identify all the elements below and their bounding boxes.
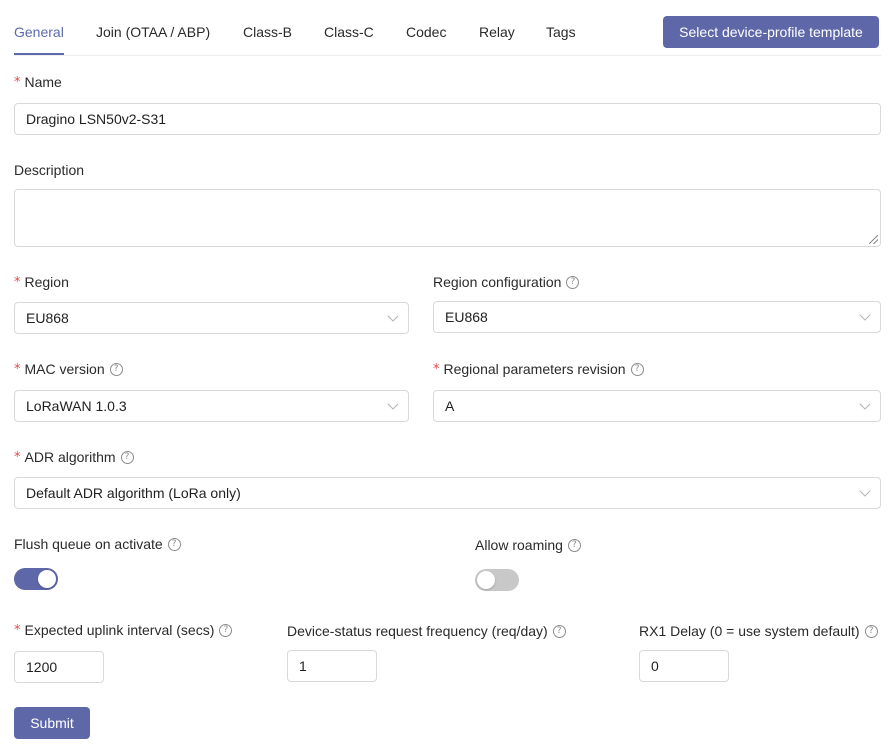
mac-version-label-text: MAC version: [24, 361, 105, 377]
region-config-label-text: Region configuration: [433, 274, 562, 290]
help-icon[interactable]: ?: [167, 537, 181, 551]
required-mark: *: [433, 361, 440, 377]
required-mark: *: [14, 449, 21, 465]
regional-revision-select-value: A: [445, 398, 455, 414]
help-icon[interactable]: ?: [219, 623, 233, 637]
status-freq-value: 1: [299, 658, 307, 674]
required-mark: *: [14, 361, 21, 377]
help-icon[interactable]: ?: [552, 624, 566, 638]
region-config-label: Region configuration ?: [433, 274, 580, 290]
adr-label-text: ADR algorithm: [24, 449, 116, 465]
adr-select-value: Default ADR algorithm (LoRa only): [26, 485, 241, 501]
adr-label: * ADR algorithm ?: [14, 449, 134, 465]
flush-queue-label: Flush queue on activate ?: [14, 536, 181, 552]
rx1-delay-label: RX1 Delay (0 = use system default) ?: [639, 623, 878, 639]
uplink-interval-label-text: Expected uplink interval (secs): [24, 622, 215, 638]
resize-grip-icon[interactable]: [869, 235, 878, 244]
region-config-select[interactable]: EU868: [433, 301, 881, 333]
region-label-text: Region: [24, 274, 69, 290]
mac-version-label: * MAC version ?: [14, 361, 123, 377]
active-tab-indicator: [14, 53, 64, 55]
submit-button[interactable]: Submit: [14, 707, 90, 739]
description-label: Description: [14, 162, 84, 178]
allow-roaming-label: Allow roaming ?: [475, 537, 581, 553]
tab-codec[interactable]: Codec: [406, 24, 446, 40]
tab-join[interactable]: Join (OTAA / ABP): [96, 24, 210, 40]
description-textarea[interactable]: [14, 189, 881, 247]
region-config-select-value: EU868: [445, 309, 488, 325]
tab-relay[interactable]: Relay: [479, 24, 515, 40]
flush-queue-label-text: Flush queue on activate: [14, 536, 163, 552]
help-icon[interactable]: ?: [630, 362, 644, 376]
name-label: * Name: [14, 74, 62, 90]
toggle-knob: [38, 570, 56, 588]
rx1-delay-input[interactable]: 0: [639, 650, 729, 682]
name-label-text: Name: [24, 74, 62, 90]
allow-roaming-toggle[interactable]: [475, 569, 519, 591]
select-template-button[interactable]: Select device-profile template: [663, 16, 879, 48]
region-label: * Region: [14, 274, 69, 290]
mac-version-select[interactable]: LoRaWAN 1.0.3: [14, 390, 409, 422]
help-icon[interactable]: ?: [566, 275, 580, 289]
help-icon[interactable]: ?: [120, 450, 134, 464]
status-freq-input[interactable]: 1: [287, 650, 377, 682]
name-input[interactable]: Dragino LSN50v2-S31: [14, 103, 881, 135]
help-icon[interactable]: ?: [109, 362, 123, 376]
region-select-value: EU868: [26, 310, 69, 326]
status-freq-label: Device-status request frequency (req/day…: [287, 623, 566, 639]
help-icon[interactable]: ?: [567, 538, 581, 552]
required-mark: *: [14, 274, 21, 290]
regional-revision-label-text: Regional parameters revision: [443, 361, 626, 377]
allow-roaming-label-text: Allow roaming: [475, 537, 563, 553]
flush-queue-toggle[interactable]: [14, 568, 58, 590]
regional-revision-select[interactable]: A: [433, 390, 881, 422]
name-input-value: Dragino LSN50v2-S31: [26, 111, 167, 127]
tab-tags[interactable]: Tags: [546, 24, 576, 40]
required-mark: *: [14, 622, 21, 638]
rx1-delay-label-text: RX1 Delay (0 = use system default): [639, 623, 860, 639]
mac-version-select-value: LoRaWAN 1.0.3: [26, 398, 127, 414]
toggle-knob: [477, 571, 495, 589]
help-icon[interactable]: ?: [864, 624, 878, 638]
status-freq-label-text: Device-status request frequency (req/day…: [287, 623, 548, 639]
tab-class-c[interactable]: Class-C: [324, 24, 374, 40]
uplink-interval-label: * Expected uplink interval (secs) ?: [14, 622, 233, 638]
uplink-interval-input[interactable]: 1200: [14, 651, 104, 683]
region-select[interactable]: EU868: [14, 302, 409, 334]
description-label-text: Description: [14, 162, 85, 178]
tab-general[interactable]: General: [14, 24, 64, 40]
tab-class-b[interactable]: Class-B: [243, 24, 292, 40]
uplink-interval-value: 1200: [26, 659, 58, 675]
rx1-delay-value: 0: [651, 658, 659, 674]
regional-revision-label: * Regional parameters revision ?: [433, 361, 644, 377]
required-mark: *: [14, 74, 21, 90]
adr-algorithm-select[interactable]: Default ADR algorithm (LoRa only): [14, 477, 881, 509]
